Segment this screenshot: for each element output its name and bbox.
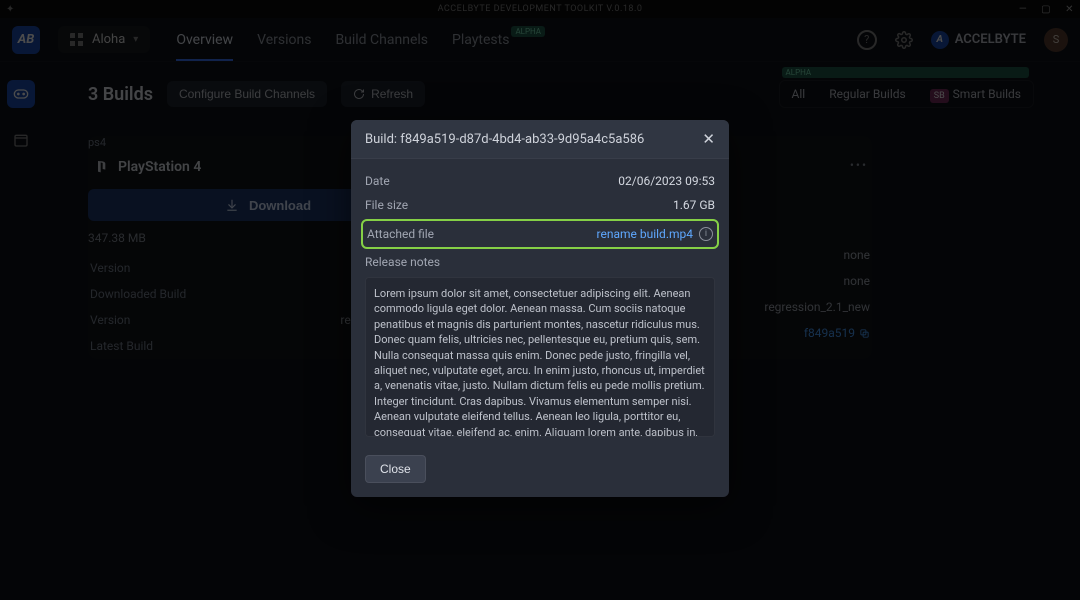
- attached-label: Attached file: [367, 227, 434, 241]
- filesize-label: File size: [365, 198, 408, 212]
- modal-title: Build: f849a519-d87d-4bd4-ab33-9d95a4c5a…: [365, 132, 644, 147]
- date-value: 02/06/2023 09:53: [618, 174, 715, 188]
- release-notes-textarea[interactable]: [365, 277, 715, 437]
- filesize-value: 1.67 GB: [673, 198, 715, 212]
- attached-file-link[interactable]: rename build.mp4 i: [597, 227, 713, 241]
- build-detail-modal: Build: f849a519-d87d-4bd4-ab33-9d95a4c5a…: [351, 120, 729, 497]
- close-icon[interactable]: ✕: [702, 130, 715, 148]
- release-notes-label: Release notes: [365, 255, 715, 269]
- attached-file-row: Attached file rename build.mp4 i: [361, 219, 719, 249]
- info-icon[interactable]: i: [699, 227, 713, 241]
- date-label: Date: [365, 174, 390, 188]
- close-button[interactable]: Close: [365, 455, 426, 483]
